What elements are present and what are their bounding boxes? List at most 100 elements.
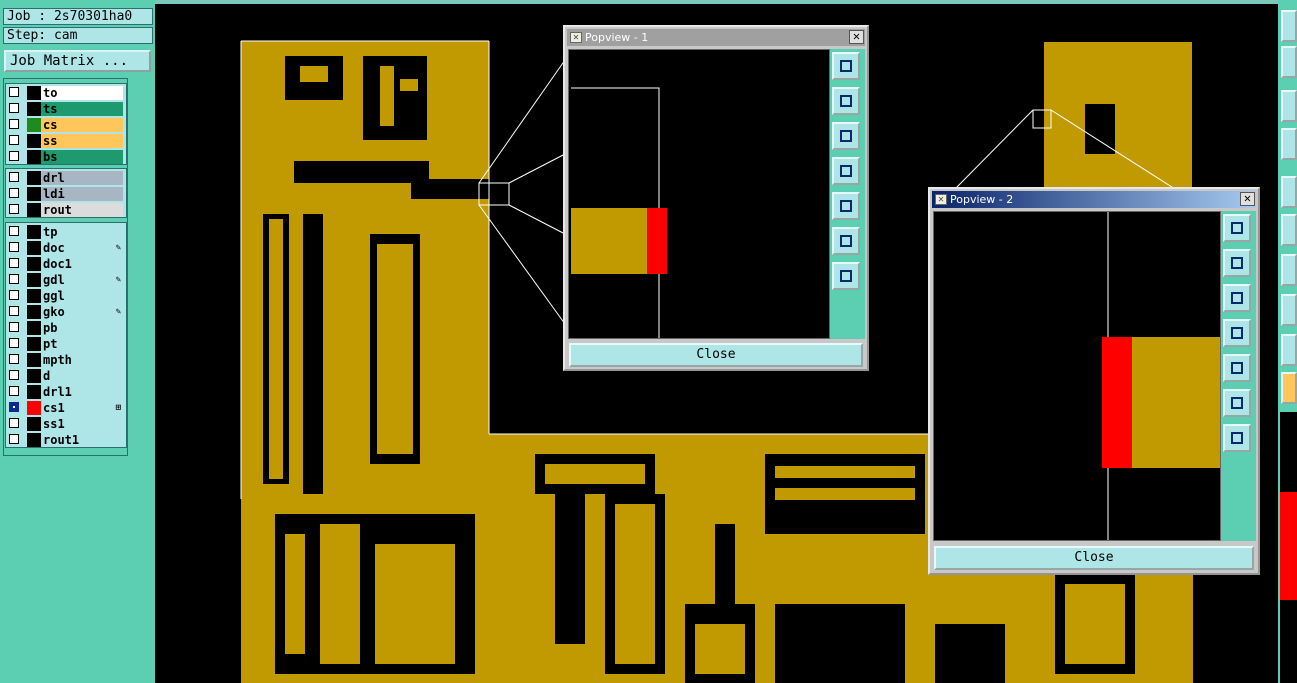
layer-checkbox[interactable]: [9, 188, 19, 198]
zoom-fit-icon[interactable]: [832, 52, 860, 80]
layer-row-ss1[interactable]: ss1: [6, 416, 126, 432]
layer-color-swatch[interactable]: [27, 305, 41, 319]
zoom-out-icon[interactable]: [832, 262, 860, 290]
layer-name[interactable]: gko ✎: [41, 305, 123, 319]
popview-2-close-icon[interactable]: ✕: [1240, 192, 1255, 206]
pan-left-icon[interactable]: [1223, 319, 1251, 347]
layer-name[interactable]: doc1: [41, 257, 123, 271]
layer-name[interactable]: drl1: [41, 385, 123, 399]
layer-checkbox[interactable]: [9, 354, 19, 364]
layer-checkbox[interactable]: [9, 290, 19, 300]
layer-checkbox[interactable]: [9, 338, 19, 348]
layer-row-doc[interactable]: doc ✎: [6, 240, 126, 256]
layer-name[interactable]: ldi: [41, 187, 123, 201]
layer-row-drl1[interactable]: drl1: [6, 384, 126, 400]
tool-button-9[interactable]: [1281, 334, 1297, 366]
tool-button-6[interactable]: [1281, 214, 1297, 246]
layer-checkbox[interactable]: [9, 135, 19, 145]
layer-row-gko[interactable]: gko ✎: [6, 304, 126, 320]
layer-row-pb[interactable]: pb: [6, 320, 126, 336]
layer-name[interactable]: tp: [41, 225, 123, 239]
layer-name[interactable]: ss1: [41, 417, 123, 431]
pan-right-icon[interactable]: [1223, 354, 1251, 382]
pan-down-icon[interactable]: [1223, 284, 1251, 312]
layer-color-swatch[interactable]: [27, 225, 41, 239]
layer-name[interactable]: rout: [41, 203, 123, 217]
zoom-fit-icon[interactable]: [1223, 214, 1251, 242]
layer-checkbox[interactable]: [9, 322, 19, 332]
layer-row-d[interactable]: d: [6, 368, 126, 384]
layer-color-swatch[interactable]: [27, 102, 41, 116]
layer-color-swatch[interactable]: [27, 118, 41, 132]
tool-button-2[interactable]: [1281, 46, 1297, 78]
layer-row-pt[interactable]: pt: [6, 336, 126, 352]
layer-checkbox[interactable]: [9, 258, 19, 268]
tool-button-10[interactable]: [1281, 372, 1297, 404]
layer-name[interactable]: bs: [41, 150, 123, 164]
layer-color-swatch[interactable]: [27, 353, 41, 367]
layer-checkbox[interactable]: [9, 386, 19, 396]
layer-checkbox[interactable]: [9, 306, 19, 316]
popview-1-close-button[interactable]: Close: [569, 343, 863, 367]
layer-color-swatch[interactable]: [27, 385, 41, 399]
layer-name[interactable]: doc ✎: [41, 241, 123, 255]
layer-row-to[interactable]: to: [6, 85, 126, 101]
layer-color-swatch[interactable]: [27, 369, 41, 383]
pan-up-icon[interactable]: [832, 87, 860, 115]
layer-row-bs[interactable]: bs: [6, 149, 126, 165]
layer-color-swatch[interactable]: [27, 401, 41, 415]
popview-2-titlebar[interactable]: ✕ Popview - 2: [932, 191, 1256, 208]
layer-name[interactable]: d: [41, 369, 123, 383]
layer-name[interactable]: to: [41, 86, 123, 100]
layer-color-swatch[interactable]: [27, 134, 41, 148]
tool-button-4[interactable]: [1281, 128, 1297, 160]
layer-checkbox[interactable]: [9, 370, 19, 380]
layer-checkbox[interactable]: [9, 204, 19, 214]
layer-name[interactable]: pt: [41, 337, 123, 351]
layer-row-mpth[interactable]: mpth: [6, 352, 126, 368]
layer-name[interactable]: gdl ✎: [41, 273, 123, 287]
tool-button-1[interactable]: [1281, 10, 1297, 42]
layer-color-swatch[interactable]: [27, 171, 41, 185]
layer-row-drl[interactable]: drl: [6, 170, 126, 186]
pan-down-icon[interactable]: [832, 122, 860, 150]
layer-row-ggl[interactable]: ggl: [6, 288, 126, 304]
layer-color-swatch[interactable]: [27, 321, 41, 335]
layer-checkbox[interactable]: [9, 172, 19, 182]
pan-right-icon[interactable]: [832, 192, 860, 220]
layer-row-ss[interactable]: ss: [6, 133, 126, 149]
layer-color-swatch[interactable]: [27, 187, 41, 201]
pan-left-icon[interactable]: [832, 157, 860, 185]
layer-checkbox[interactable]: [9, 87, 19, 97]
pan-up-icon[interactable]: [1223, 249, 1251, 277]
layer-checkbox[interactable]: [9, 274, 19, 284]
layer-name[interactable]: ts: [41, 102, 123, 116]
layer-checkbox[interactable]: [9, 402, 19, 412]
layer-checkbox[interactable]: [9, 226, 19, 236]
layer-color-swatch[interactable]: [27, 203, 41, 217]
layer-name[interactable]: pb: [41, 321, 123, 335]
layer-name[interactable]: drl: [41, 171, 123, 185]
layer-row-doc1[interactable]: doc1: [6, 256, 126, 272]
layer-color-swatch[interactable]: [27, 273, 41, 287]
popview-1-canvas[interactable]: [568, 49, 830, 339]
layer-color-swatch[interactable]: [27, 337, 41, 351]
job-matrix-button[interactable]: Job Matrix ...: [4, 50, 151, 72]
layer-checkbox[interactable]: [9, 103, 19, 113]
layer-name[interactable]: mpth: [41, 353, 123, 367]
tool-button-3[interactable]: [1281, 90, 1297, 122]
popview-2-close-button[interactable]: Close: [934, 546, 1254, 570]
layer-row-rout[interactable]: rout: [6, 202, 126, 218]
layer-name[interactable]: ss: [41, 134, 123, 148]
zoom-in-icon[interactable]: [1223, 389, 1251, 417]
layer-color-swatch[interactable]: [27, 289, 41, 303]
layer-checkbox[interactable]: [9, 119, 19, 129]
layer-checkbox[interactable]: [9, 242, 19, 252]
layer-color-swatch[interactable]: [27, 417, 41, 431]
layer-row-ldi[interactable]: ldi: [6, 186, 126, 202]
layer-color-swatch[interactable]: [27, 241, 41, 255]
layer-checkbox[interactable]: [9, 151, 19, 161]
layer-checkbox[interactable]: [9, 418, 19, 428]
tool-button-5[interactable]: [1281, 176, 1297, 208]
zoom-out-icon[interactable]: [1223, 424, 1251, 452]
